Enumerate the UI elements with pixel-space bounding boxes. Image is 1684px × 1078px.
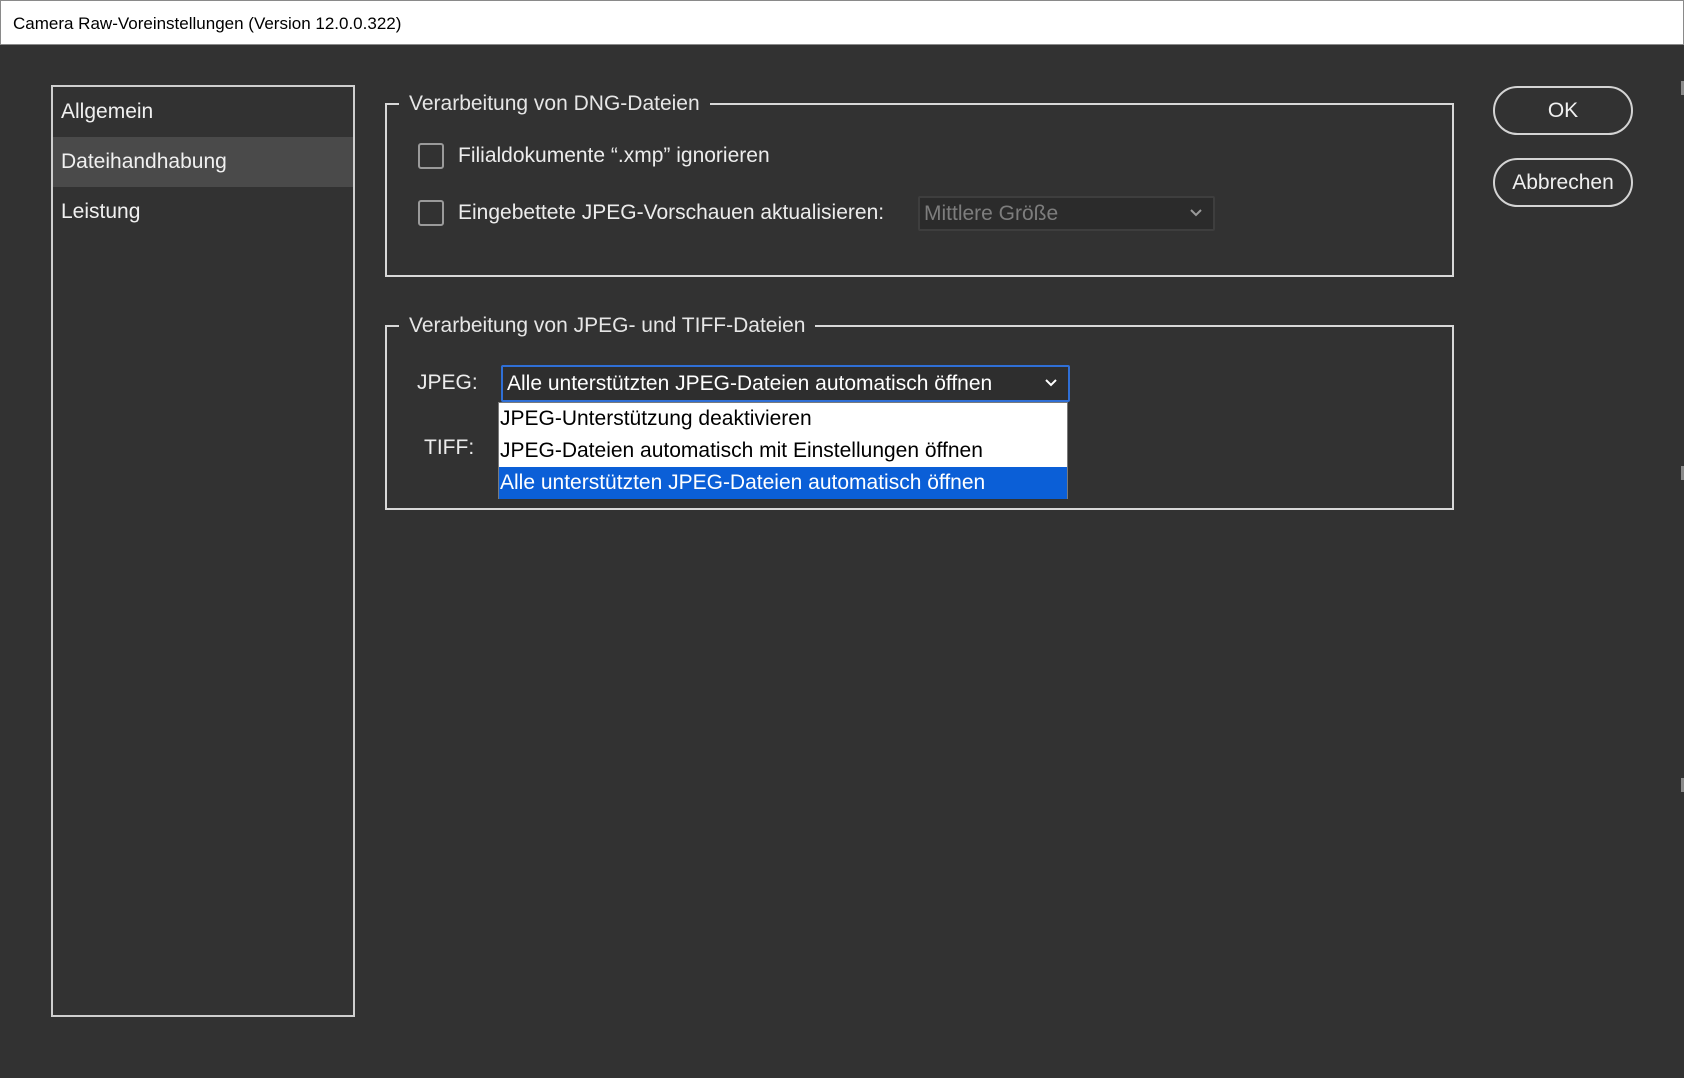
jpeg-select-value: Alle unterstützten JPEG-Dateien automati… (507, 372, 993, 395)
update-previews-row: Eingebettete JPEG-Vorschauen aktualisier… (418, 200, 884, 226)
dng-group-legend: Verarbeitung von DNG-Dateien (399, 90, 710, 118)
sidebar-item-allgemein[interactable]: Allgemein (53, 87, 353, 137)
ok-button[interactable]: OK (1493, 86, 1633, 135)
ignore-xmp-row: Filialdokumente “.xmp” ignorieren (418, 143, 770, 169)
ignore-xmp-label[interactable]: Filialdokumente “.xmp” ignorieren (458, 144, 770, 168)
jpeg-tiff-group-legend: Verarbeitung von JPEG- und TIFF-Dateien (399, 312, 816, 340)
tiff-label: TIFF: (424, 436, 475, 459)
ignore-xmp-checkbox[interactable] (418, 143, 444, 169)
chevron-down-icon (1045, 379, 1057, 387)
update-previews-label[interactable]: Eingebettete JPEG-Vorschauen aktualisier… (458, 201, 884, 225)
preview-size-value: Mittlere Größe (924, 202, 1059, 225)
dng-group: Verarbeitung von DNG-Dateien Filialdokum… (385, 90, 1454, 277)
sidebar-item-leistung[interactable]: Leistung (53, 187, 353, 237)
update-previews-checkbox[interactable] (418, 200, 444, 226)
chevron-down-icon (1190, 209, 1202, 217)
jpeg-option-disable[interactable]: JPEG-Unterstützung deaktivieren (499, 403, 1067, 435)
window-title: Camera Raw-Voreinstellungen (Version 12.… (0, 0, 1684, 45)
jpeg-option-all-supported[interactable]: Alle unterstützten JPEG-Dateien automati… (499, 467, 1067, 499)
preview-size-select: Mittlere Größe (918, 196, 1215, 231)
sidebar-item-dateihandhabung[interactable]: Dateihandhabung (53, 137, 353, 187)
jpeg-option-with-settings[interactable]: JPEG-Dateien automatisch mit Einstellung… (499, 435, 1067, 467)
jpeg-label: JPEG: (417, 371, 478, 394)
dialog-body: Allgemein Dateihandhabung Leistung Verar… (0, 45, 1684, 1078)
category-sidebar: Allgemein Dateihandhabung Leistung (51, 85, 355, 1017)
cancel-button[interactable]: Abbrechen (1493, 158, 1633, 207)
jpeg-handling-select[interactable]: Alle unterstützten JPEG-Dateien automati… (501, 365, 1070, 402)
jpeg-options-list: JPEG-Unterstützung deaktivieren JPEG-Dat… (498, 402, 1068, 499)
